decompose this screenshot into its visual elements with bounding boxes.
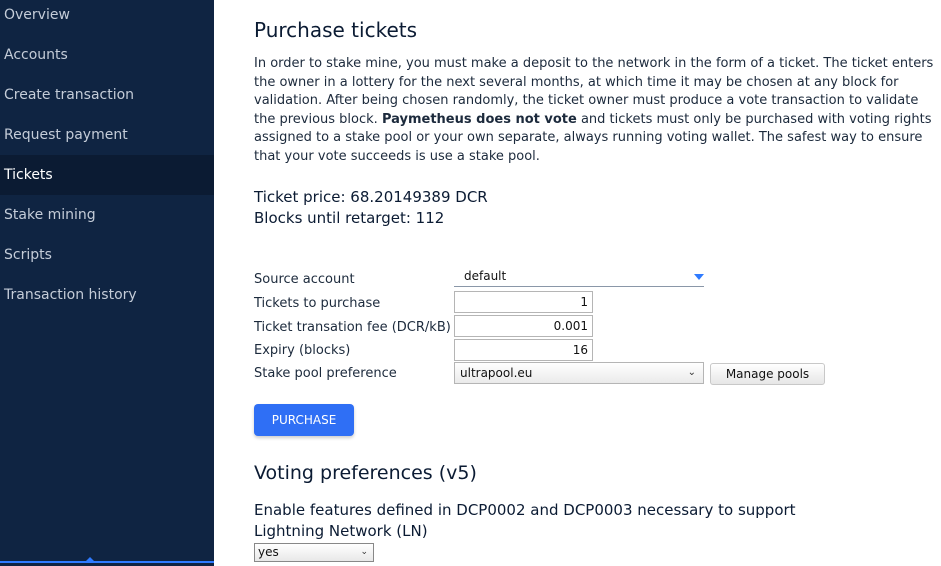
main-content: Purchase tickets In order to stake mine,…	[214, 0, 941, 566]
source-account-value: default	[464, 269, 507, 283]
voting-value: yes	[258, 545, 279, 559]
tickets-input[interactable]	[454, 291, 593, 313]
source-account-label: Source account	[254, 272, 355, 287]
sidebar-item-create-transaction[interactable]: Create transaction	[0, 75, 214, 115]
voting-description: Enable features defined in DCP0002 and D…	[254, 501, 796, 540]
sidebar-item-scripts[interactable]: Scripts	[0, 235, 214, 275]
ticket-price: Ticket price: 68.20149389 DCR	[254, 188, 488, 206]
intro-bold: Paymetheus does not vote	[381, 111, 577, 127]
chevron-down-icon: ⌄	[360, 547, 368, 557]
manage-pools-button[interactable]: Manage pools	[710, 363, 825, 385]
sidebar-caret-icon	[86, 557, 94, 561]
sidebar-item-transaction-history[interactable]: Transaction history	[0, 275, 214, 315]
pool-label: Stake pool preference	[254, 366, 397, 381]
blocks-until-retarget: Blocks until retarget: 112	[254, 209, 445, 227]
voting-title: Voting preferences (v5)	[254, 462, 477, 484]
page-title: Purchase tickets	[254, 18, 418, 42]
sidebar-item-accounts[interactable]: Accounts	[0, 35, 214, 75]
intro-text: In order to stake mine, you must make a …	[254, 55, 939, 167]
expiry-input[interactable]	[454, 339, 593, 361]
sidebar-item-overview[interactable]: Overview	[0, 0, 214, 35]
source-account-select[interactable]: default	[454, 266, 704, 287]
expiry-label: Expiry (blocks)	[254, 343, 351, 358]
sidebar-item-request-payment[interactable]: Request payment	[0, 115, 214, 155]
sidebar-item-tickets[interactable]: Tickets	[0, 155, 214, 195]
stake-pool-select[interactable]: ultrapool.eu ⌄	[454, 362, 704, 384]
purchase-button[interactable]: PURCHASE	[254, 404, 354, 436]
sidebar-divider	[0, 561, 214, 563]
tickets-label: Tickets to purchase	[254, 296, 381, 311]
fee-label: Ticket transation fee (DCR/kB)	[254, 320, 451, 335]
sidebar: Overview Accounts Create transaction Req…	[0, 0, 214, 566]
chevron-down-icon: ⌄	[687, 367, 696, 378]
fee-input[interactable]	[454, 315, 593, 337]
sidebar-item-stake-mining[interactable]: Stake mining	[0, 195, 214, 235]
stake-pool-value: ultrapool.eu	[460, 366, 533, 380]
dropdown-arrow-icon	[694, 274, 704, 280]
voting-select[interactable]: yes ⌄	[254, 543, 374, 562]
